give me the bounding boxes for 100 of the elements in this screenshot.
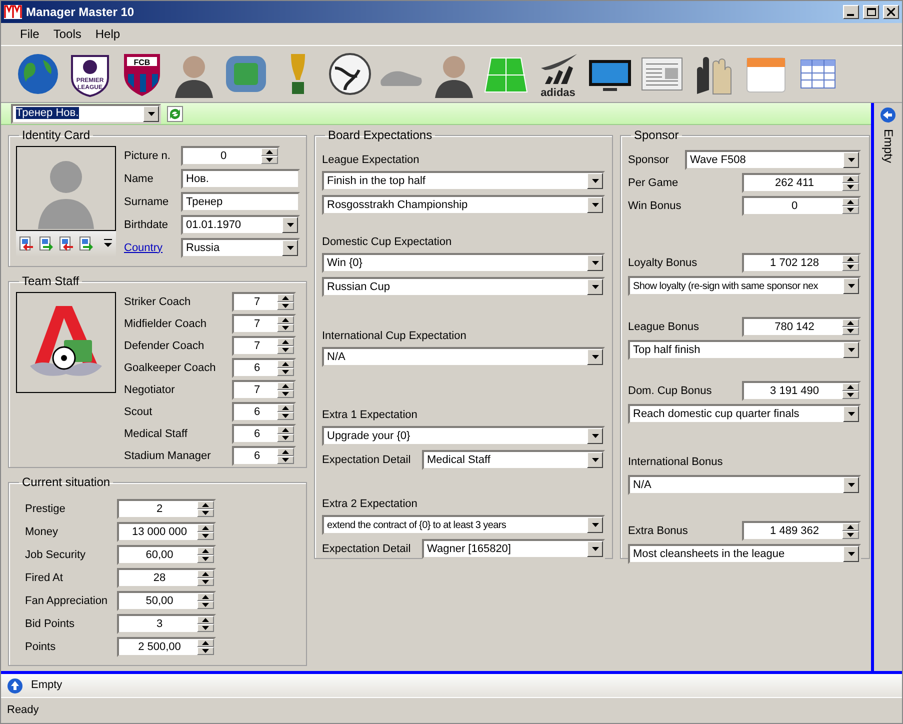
dropdown[interactable]: N/A [628,475,861,495]
number-spinner[interactable]: 780 142 [742,317,861,337]
up-triangle-icon[interactable] [847,321,854,325]
number-spinner[interactable]: 7 [232,314,296,334]
number-spinner[interactable]: 1 489 362 [742,521,861,541]
maximize-button[interactable] [863,5,879,19]
dropdown[interactable]: extend the contract of {0} to at least 3 years [322,515,605,535]
dropdown[interactable]: Reach domestic cup quarter finals [628,404,861,424]
down-triangle-icon[interactable] [202,511,209,515]
up-triangle-icon[interactable] [282,450,289,454]
down-triangle-icon[interactable] [848,348,854,352]
overflow-caret-icon[interactable] [104,239,112,249]
up-triangle-icon[interactable] [282,340,289,344]
dropdown[interactable]: N/A [322,347,605,367]
down-triangle-icon[interactable] [286,223,294,227]
dropdown[interactable]: Wave F508 [685,150,861,170]
down-triangle-icon[interactable] [282,370,289,374]
coach-dropdown[interactable]: Тренер Нов. [11,104,161,124]
refresh-icon[interactable] [167,106,183,122]
down-triangle-icon[interactable] [202,534,209,538]
down-triangle-icon[interactable] [592,547,598,551]
number-spinner[interactable]: 6 [232,358,296,378]
up-triangle-icon[interactable] [847,177,854,181]
dropdown[interactable]: 01.01.1970 [181,215,300,235]
down-triangle-icon[interactable] [202,580,209,584]
minimize-button[interactable] [843,5,859,19]
down-triangle-icon[interactable] [847,265,854,269]
dropdown[interactable]: Finish in the top half [322,171,605,191]
up-triangle-icon[interactable] [202,549,209,553]
image-export-icon[interactable] [78,236,94,252]
dropdown[interactable]: Russia [181,238,300,258]
number-spinner[interactable]: 3 [117,614,216,634]
down-triangle-icon[interactable] [202,603,209,607]
number-spinner[interactable]: 60,00 [117,545,216,565]
up-triangle-icon[interactable] [202,526,209,530]
menu-item[interactable]: Help [88,26,128,42]
dropdown[interactable]: Show loyalty (re-sign with same sponsor nex [628,276,861,296]
down-triangle-icon[interactable] [847,533,854,537]
number-spinner[interactable]: 262 411 [742,173,861,193]
down-triangle-icon[interactable] [592,203,598,207]
up-triangle-icon[interactable] [266,150,273,154]
up-triangle-icon[interactable] [282,362,289,366]
number-spinner[interactable]: 0 [742,196,861,216]
image-import-icon[interactable] [18,236,34,252]
down-triangle-icon[interactable] [592,434,598,438]
dropdown[interactable]: Medical Staff [422,450,605,470]
dropdown[interactable]: Win {0} [322,253,605,273]
down-triangle-icon[interactable] [202,626,209,630]
down-triangle-icon[interactable] [148,112,154,116]
number-spinner[interactable]: 2 [117,499,216,519]
down-triangle-icon[interactable] [592,285,598,289]
down-triangle-icon[interactable] [848,158,854,162]
down-triangle-icon[interactable] [847,393,854,397]
down-triangle-icon[interactable] [266,158,273,162]
maximize-icon[interactable] [866,8,876,16]
up-triangle-icon[interactable] [847,385,854,389]
up-triangle-icon[interactable] [202,595,209,599]
up-triangle-icon[interactable] [202,618,209,622]
down-triangle-icon[interactable] [847,208,854,212]
dropdown[interactable]: Rosgosstrakh Championship [322,195,605,215]
close-button[interactable] [883,5,899,19]
down-triangle-icon[interactable] [282,348,289,352]
menu-item[interactable]: Tools [46,26,88,42]
down-triangle-icon[interactable] [847,329,854,333]
text-field[interactable]: Нов. [181,169,300,189]
number-spinner[interactable]: 1 702 128 [742,253,861,273]
up-triangle-icon[interactable] [202,503,209,507]
number-spinner[interactable]: 0 [181,146,280,166]
down-triangle-icon[interactable] [847,185,854,189]
down-triangle-icon[interactable] [592,355,598,359]
ball-icon[interactable] [326,50,372,98]
down-triangle-icon[interactable] [282,304,289,308]
up-triangle-icon[interactable] [282,384,289,388]
up-triangle-icon[interactable] [282,318,289,322]
number-spinner[interactable]: 7 [232,292,296,312]
up-triangle-icon[interactable] [847,525,854,529]
dropdown[interactable]: Russian Cup [322,277,605,297]
down-triangle-icon[interactable] [848,552,854,556]
close-icon[interactable] [887,8,895,16]
country-link[interactable]: Country [124,242,163,254]
image-import-icon[interactable] [58,236,74,252]
down-triangle-icon[interactable] [592,458,598,462]
number-spinner[interactable]: 28 [117,568,216,588]
number-spinner[interactable]: 7 [232,380,296,400]
up-triangle-icon[interactable] [847,257,854,261]
up-triangle-icon[interactable] [202,572,209,576]
dropdown[interactable]: Wagner [165820] [422,539,605,559]
down-triangle-icon[interactable] [848,284,854,288]
number-spinner[interactable]: 6 [232,446,296,466]
number-spinner[interactable]: 7 [232,336,296,356]
number-spinner[interactable]: 6 [232,424,296,444]
number-spinner[interactable]: 13 000 000 [117,522,216,542]
down-triangle-icon[interactable] [282,392,289,396]
down-triangle-icon[interactable] [202,649,209,653]
dropdown[interactable]: Upgrade your {0} [322,426,605,446]
down-triangle-icon[interactable] [592,523,598,527]
number-spinner[interactable]: 3 191 490 [742,381,861,401]
up-triangle-icon[interactable] [282,406,289,410]
down-triangle-icon[interactable] [282,436,289,440]
down-triangle-icon[interactable] [848,483,854,487]
